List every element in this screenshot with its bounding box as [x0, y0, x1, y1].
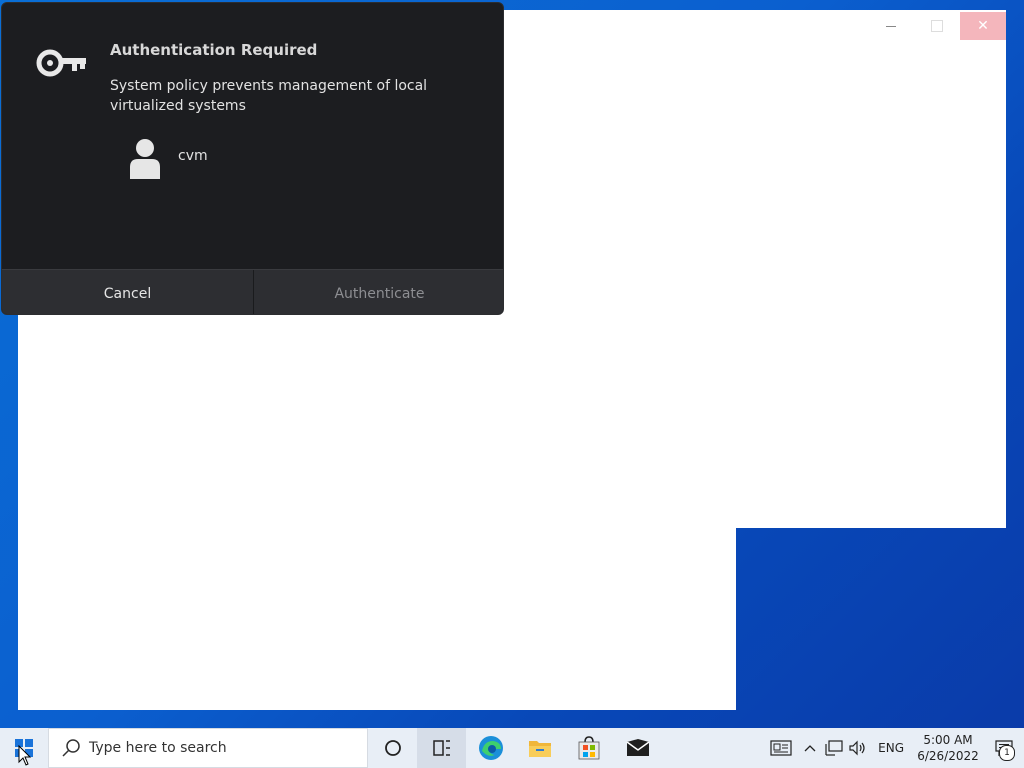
edge-icon: [478, 736, 503, 760]
cortana-icon: [384, 740, 401, 756]
user-name[interactable]: cvm: [178, 148, 208, 164]
file-explorer-icon: [528, 741, 551, 757]
maximize-button[interactable]: [914, 12, 960, 40]
store-icon: [578, 736, 599, 760]
speaker-icon: [849, 740, 865, 756]
news-icon: [770, 740, 792, 756]
notification-center-button[interactable]: 1: [984, 728, 1024, 768]
volume-button[interactable]: [846, 728, 870, 768]
store-button[interactable]: [564, 728, 613, 768]
dialog-title: Authentication Required: [110, 41, 318, 59]
taskbar: Type here to search ENG 5:00 AM 6/26/202…: [0, 728, 1024, 768]
search-icon: [62, 739, 80, 757]
maximize-icon: [931, 20, 943, 32]
key-icon: [36, 49, 86, 77]
cortana-button[interactable]: [368, 728, 417, 768]
minimize-icon: [886, 25, 896, 27]
close-button[interactable]: ✕: [960, 12, 1006, 40]
minimize-button[interactable]: [868, 12, 914, 40]
file-explorer-button[interactable]: [515, 728, 564, 768]
notification-count-badge: 1: [999, 745, 1015, 761]
user-icon: [130, 139, 160, 179]
mail-button[interactable]: [613, 728, 662, 768]
authentication-dialog: Authentication Required System policy pr…: [1, 2, 504, 315]
clock-date: 6/26/2022: [917, 749, 979, 763]
background-window-secondary[interactable]: [18, 300, 736, 710]
taskbar-search[interactable]: Type here to search: [48, 728, 368, 768]
clock[interactable]: 5:00 AM 6/26/2022: [912, 732, 984, 764]
clock-time: 5:00 AM: [923, 733, 973, 747]
close-icon: ✕: [977, 18, 989, 34]
dialog-button-bar: Cancel Authenticate: [2, 269, 503, 314]
network-icon: [825, 740, 843, 756]
dialog-message: System policy prevents management of loc…: [110, 78, 428, 114]
mouse-cursor-icon: [18, 745, 32, 766]
task-view-button[interactable]: [417, 728, 466, 768]
input-language[interactable]: ENG: [870, 741, 912, 755]
search-placeholder: Type here to search: [89, 740, 227, 756]
network-button[interactable]: [822, 728, 846, 768]
mail-icon: [626, 739, 649, 756]
task-view-icon: [432, 740, 450, 756]
chevron-up-icon: [804, 745, 816, 752]
show-hidden-icons-button[interactable]: [798, 728, 822, 768]
news-button[interactable]: [764, 728, 798, 768]
cancel-button[interactable]: Cancel: [2, 270, 254, 314]
authenticate-button[interactable]: Authenticate: [254, 270, 503, 314]
edge-button[interactable]: [466, 728, 515, 768]
system-tray: ENG 5:00 AM 6/26/2022 1: [764, 728, 1024, 768]
